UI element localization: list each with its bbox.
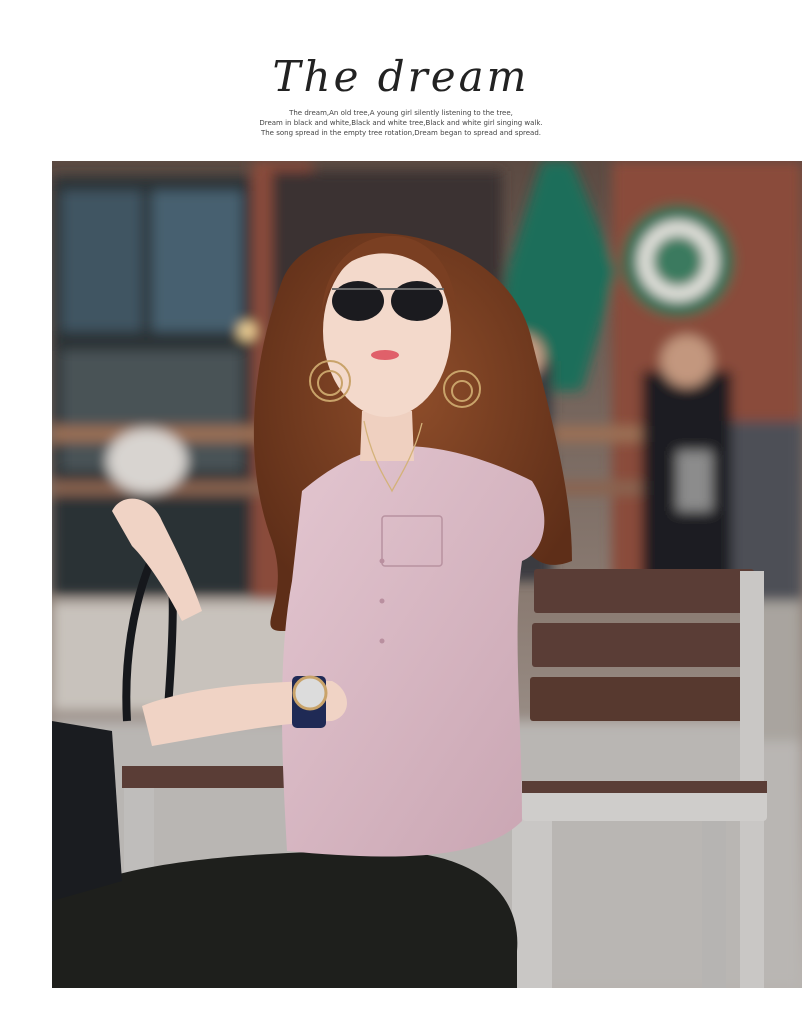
pink-shirt — [282, 446, 545, 857]
photo-illustration — [52, 161, 802, 988]
header: The dream The dream,An old tree,A young … — [0, 0, 802, 160]
subtitle-text: The dream,An old tree,A young girl silen… — [0, 108, 802, 138]
product-photo — [52, 161, 802, 988]
subtitle-line-2: Dream in black and white,Black and white… — [259, 119, 543, 127]
subtitle-line-3: The song spread in the empty tree rotati… — [260, 129, 542, 137]
lips — [371, 350, 399, 360]
wristwatch — [292, 675, 328, 728]
page-title: The dream — [272, 52, 530, 101]
subtitle-line-1: The dream,An old tree,A young girl silen… — [289, 109, 513, 117]
